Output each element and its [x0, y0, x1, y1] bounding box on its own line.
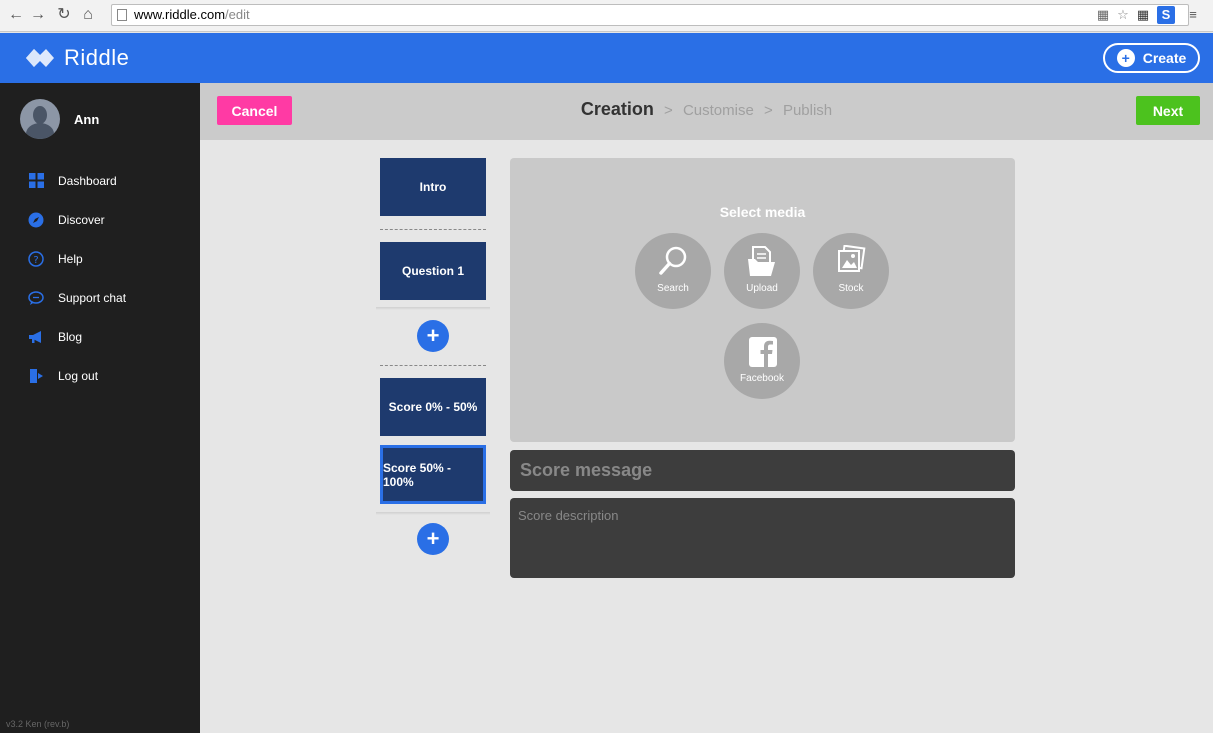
page-icon: [117, 9, 127, 21]
avatar: [20, 99, 60, 139]
folder-upload-icon: [748, 246, 775, 276]
search-media-button[interactable]: Search: [635, 233, 711, 309]
card-score-high[interactable]: Score 50% - 100%: [380, 445, 486, 504]
search-label: Search: [657, 283, 689, 294]
help-icon: ?: [28, 250, 44, 267]
search-icon: [659, 246, 687, 275]
film-extension-icon[interactable]: ▦: [1134, 6, 1152, 24]
sidebar-item-label: Help: [58, 251, 83, 266]
card-intro[interactable]: Intro: [380, 158, 486, 216]
step-customise[interactable]: Customise: [683, 102, 754, 119]
sidebar-item-help[interactable]: ? Help: [0, 239, 200, 278]
sidebar-item-discover[interactable]: Discover: [0, 200, 200, 239]
step-separator: >: [664, 102, 673, 119]
divider: [380, 229, 486, 230]
username: Ann: [74, 111, 100, 127]
facebook-media-button[interactable]: Facebook: [724, 323, 800, 399]
divider: [380, 365, 486, 366]
create-plus-icon: +: [1116, 49, 1135, 67]
next-button[interactable]: Next: [1136, 96, 1200, 125]
reload-icon[interactable]: ↻: [54, 6, 74, 24]
add-result-button[interactable]: +: [417, 523, 449, 555]
version-label: v3.2 Ken (rev.b): [6, 719, 70, 729]
divider: [376, 512, 490, 515]
logout-icon: [28, 368, 44, 384]
step-breadcrumb: Creation > Customise > Publish: [200, 99, 1213, 120]
megaphone-icon: [28, 329, 44, 345]
address-bar[interactable]: www.riddle.com/edit: [111, 4, 1189, 26]
add-question-button[interactable]: +: [417, 320, 449, 352]
home-icon[interactable]: ⌂: [78, 6, 98, 24]
card-question-1[interactable]: Question 1: [380, 242, 486, 300]
media-panel: Select media Search Upload Stock Faceboo…: [510, 158, 1015, 442]
sidebar-item-label: Log out: [58, 368, 99, 383]
step-creation[interactable]: Creation: [581, 99, 654, 119]
score-message-input[interactable]: Score message: [510, 450, 1015, 491]
step-separator: >: [764, 102, 773, 119]
translate-icon[interactable]: ▦: [1094, 6, 1112, 24]
riddle-logo[interactable]: Riddle: [24, 45, 129, 71]
card-score-low[interactable]: Score 0% - 50%: [380, 378, 486, 436]
sidebar-item-blog[interactable]: Blog: [0, 317, 200, 356]
facebook-label: Facebook: [740, 373, 784, 384]
logo-text: Riddle: [64, 45, 130, 70]
step-bar: Cancel Creation > Customise > Publish Ne…: [200, 83, 1213, 140]
url-path: /edit: [225, 7, 250, 22]
stock-media-button[interactable]: Stock: [813, 233, 889, 309]
sidebar-nav: Dashboard Discover ? Help Support chat B…: [0, 161, 200, 395]
url-host: www.riddle.com: [134, 7, 226, 22]
score-description-input[interactable]: Score description: [510, 498, 1015, 578]
svg-text:?: ?: [33, 255, 38, 266]
user-profile[interactable]: Ann: [20, 99, 99, 139]
dashboard-icon: [28, 173, 44, 189]
stock-label: Stock: [838, 283, 864, 294]
sidebar-item-log-out[interactable]: Log out: [0, 356, 200, 395]
create-button[interactable]: + Create: [1103, 43, 1200, 73]
menu-icon[interactable]: ≡: [1184, 6, 1202, 24]
stock-photos-icon: [838, 245, 866, 272]
sidebar-item-dashboard[interactable]: Dashboard: [0, 161, 200, 200]
sidebar-item-label: Discover: [58, 212, 105, 227]
sidebar-item-support-chat[interactable]: Support chat: [0, 278, 200, 317]
create-label: Create: [1142, 50, 1187, 66]
chat-icon: [28, 290, 44, 306]
browser-toolbar: ← → ↻ ⌂ www.riddle.com/edit ▦ ☆ ▦ S ≡: [0, 0, 1213, 32]
riddle-logo-icon: [24, 46, 56, 70]
bookmark-star-icon[interactable]: ☆: [1114, 6, 1132, 24]
sidebar: Ann Dashboard Discover ? Help Support ch…: [0, 83, 200, 733]
sidebar-item-label: Blog: [58, 329, 83, 344]
back-arrow-icon[interactable]: ←: [6, 6, 26, 24]
app-header: Riddle + Create: [0, 33, 1213, 83]
step-publish[interactable]: Publish: [783, 102, 832, 119]
s-extension-icon[interactable]: S: [1157, 6, 1175, 24]
forward-arrow-icon[interactable]: →: [28, 6, 48, 24]
upload-label: Upload: [746, 283, 778, 294]
facebook-icon: [749, 337, 777, 367]
sidebar-item-label: Dashboard: [58, 173, 117, 188]
sidebar-item-label: Support chat: [58, 290, 127, 305]
compass-icon: [28, 212, 44, 228]
divider: [376, 307, 490, 310]
media-title: Select media: [719, 204, 806, 220]
upload-media-button[interactable]: Upload: [724, 233, 800, 309]
